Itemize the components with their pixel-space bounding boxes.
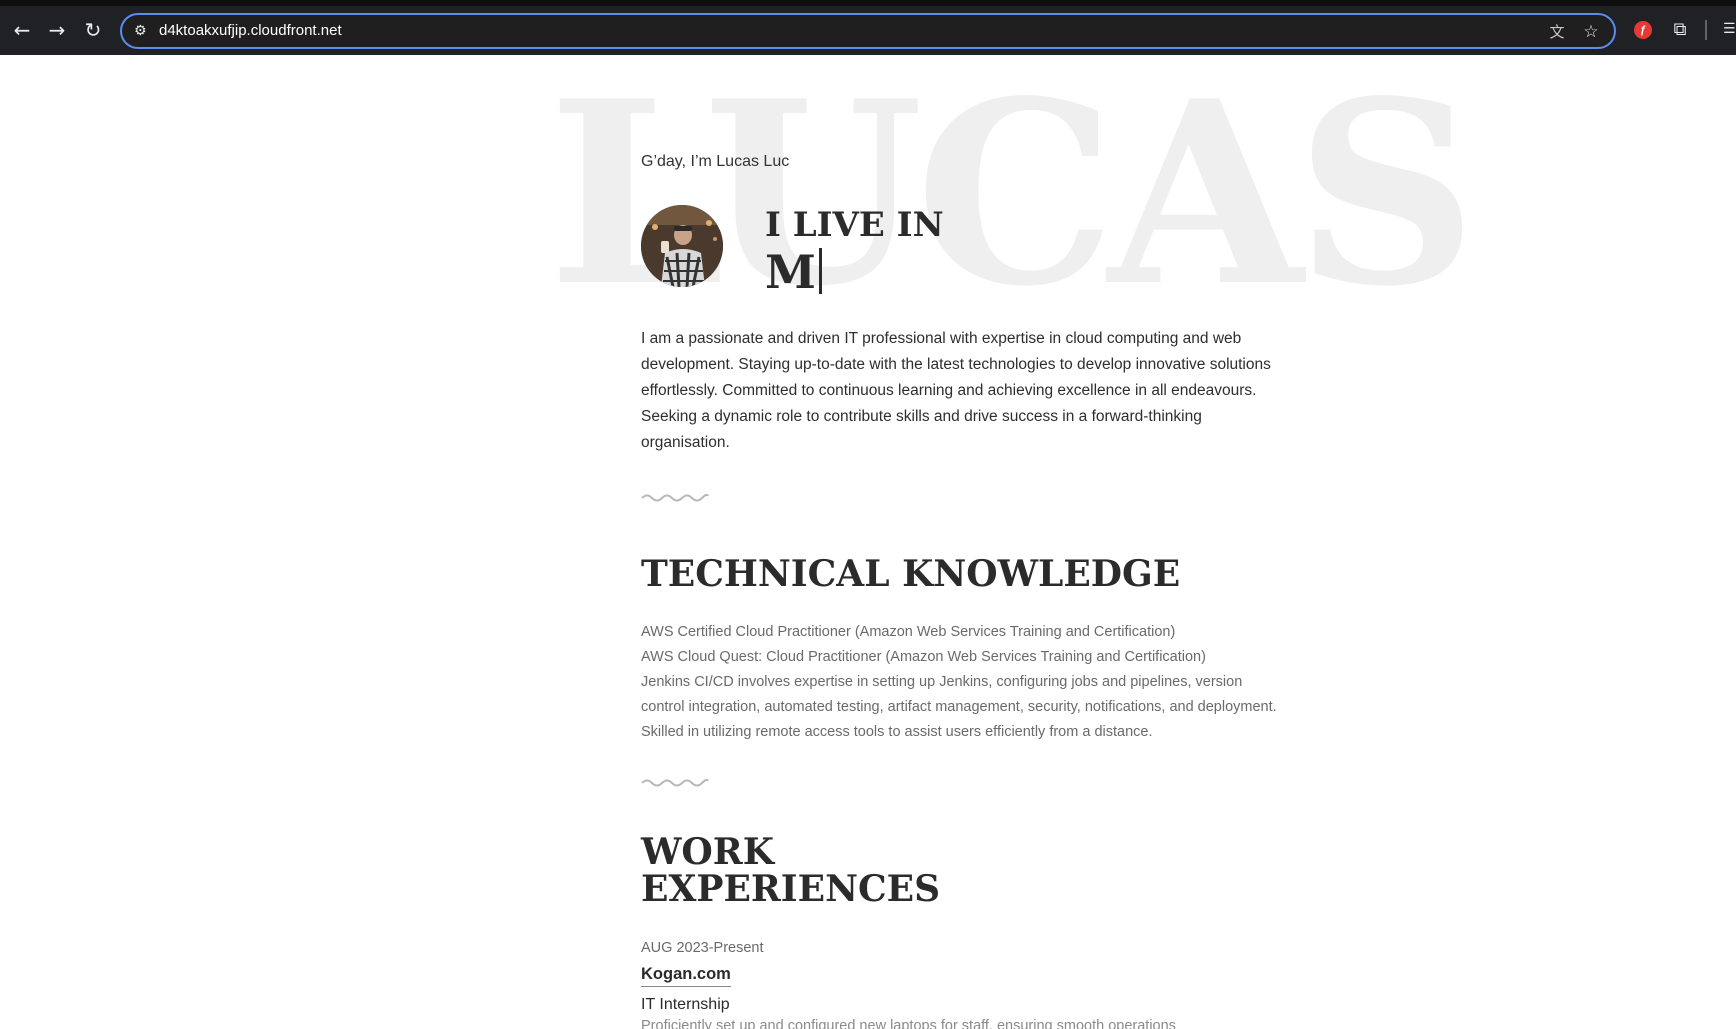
work-heading-line2: EXPERIENCES (641, 868, 941, 910)
tune-icon[interactable]: ⚙ (134, 22, 152, 40)
back-arrow-icon[interactable]: ← (9, 17, 35, 43)
typed-location: M (765, 247, 822, 297)
list-item: Skilled in utilizing remote access tools… (641, 724, 1153, 740)
live-in-heading: I LIVE IN (765, 205, 944, 245)
typed-location-text: M (765, 245, 816, 299)
puzzle-icon[interactable]: ⧉ (1668, 18, 1692, 42)
job-role: IT Internship (641, 996, 730, 1013)
forward-arrow-icon[interactable]: → (44, 17, 70, 43)
intro-paragraph: I am a passionate and driven IT professi… (641, 330, 1271, 451)
translate-icon[interactable]: 文 (1546, 21, 1568, 43)
job-description: Proficiently set up and configured new l… (641, 1018, 1176, 1029)
star-icon[interactable]: ☆ (1580, 21, 1602, 43)
avatar (641, 205, 723, 287)
list-item: AWS Certified Cloud Practitioner (Amazon… (641, 624, 1176, 640)
greeting-text: G’day, I’m Lucas Luc (641, 153, 790, 170)
squiggle-divider (641, 778, 709, 787)
address-bar[interactable]: ⚙ d4ktoakxufjip.cloudfront.net 文 ☆ (120, 13, 1616, 49)
technical-knowledge-list: AWS Certified Cloud Practitioner (Amazon… (641, 620, 1281, 745)
toolbar-divider (1705, 20, 1707, 40)
side-panel-icon[interactable]: ☰ (1723, 22, 1736, 36)
typing-cursor (818, 248, 822, 294)
technical-knowledge-heading: TECHNICAL KNOWLEDGE (641, 553, 1181, 595)
reload-icon[interactable]: ↻ (80, 17, 106, 43)
list-item: AWS Cloud Quest: Cloud Practitioner (Ama… (641, 649, 1206, 665)
work-experiences-heading: WORK EXPERIENCES (641, 834, 940, 908)
extension-icon[interactable]: ƒ (1634, 21, 1652, 39)
job-date: AUG 2023-Present (641, 940, 764, 956)
tab-strip (0, 0, 1736, 6)
work-heading-line1: WORK (641, 831, 774, 873)
squiggle-divider (641, 493, 709, 502)
profile-photo (641, 205, 723, 287)
list-item: Jenkins CI/CD involves expertise in sett… (641, 674, 1277, 715)
url-text[interactable]: d4ktoakxufjip.cloudfront.net (159, 22, 342, 40)
company-link[interactable]: Kogan.com (641, 965, 731, 987)
